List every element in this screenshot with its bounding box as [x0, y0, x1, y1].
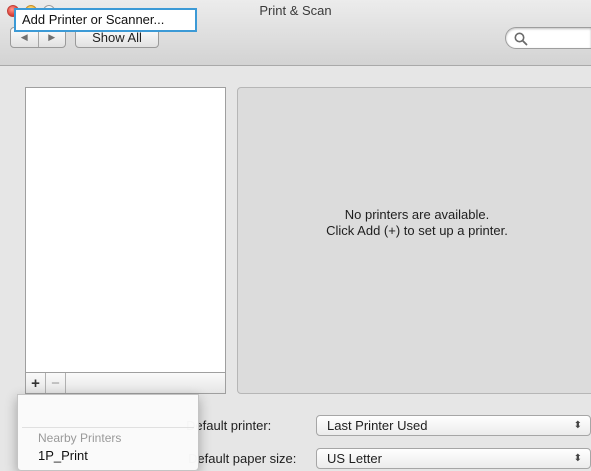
- popup-arrows-icon: ⬍: [573, 420, 582, 431]
- add-printer-or-scanner-menu-item[interactable]: Add Printer or Scanner...: [14, 8, 197, 32]
- left-arrow-icon: ◀: [20, 32, 28, 42]
- nearby-printers-header: Nearby Printers: [38, 431, 122, 445]
- default-printer-value: Last Printer Used: [327, 418, 428, 433]
- menu-item-nearby-printer[interactable]: 1P_Print: [38, 448, 88, 463]
- printers-list[interactable]: [25, 87, 226, 373]
- empty-state-line-1: No printers are available.: [344, 207, 490, 222]
- popup-arrows-icon: ⬍: [573, 453, 582, 464]
- minus-icon: −: [51, 374, 60, 392]
- menu-divider: [22, 427, 194, 428]
- paper-size-value: US Letter: [327, 451, 382, 466]
- search-icon: [514, 32, 528, 46]
- search-input[interactable]: [505, 27, 591, 49]
- plus-icon: +: [31, 374, 40, 392]
- add-printer-button[interactable]: +: [26, 373, 46, 393]
- add-printer-menu: Nearby Printers 1P_Print: [17, 394, 199, 471]
- empty-state-message: No printers are available. Click Add (+)…: [238, 207, 591, 239]
- remove-printer-button[interactable]: −: [46, 373, 66, 393]
- printer-detail-pane: No printers are available. Click Add (+)…: [237, 87, 591, 394]
- printers-list-toolbar: + −: [25, 373, 226, 394]
- right-arrow-icon: ▶: [48, 32, 56, 42]
- empty-state-line-2: Click Add (+) to set up a printer.: [326, 223, 508, 238]
- paper-size-label: Default paper size:: [188, 451, 297, 466]
- paper-size-popup[interactable]: US Letter ⬍: [316, 448, 591, 469]
- default-printer-popup[interactable]: Last Printer Used ⬍: [316, 415, 591, 436]
